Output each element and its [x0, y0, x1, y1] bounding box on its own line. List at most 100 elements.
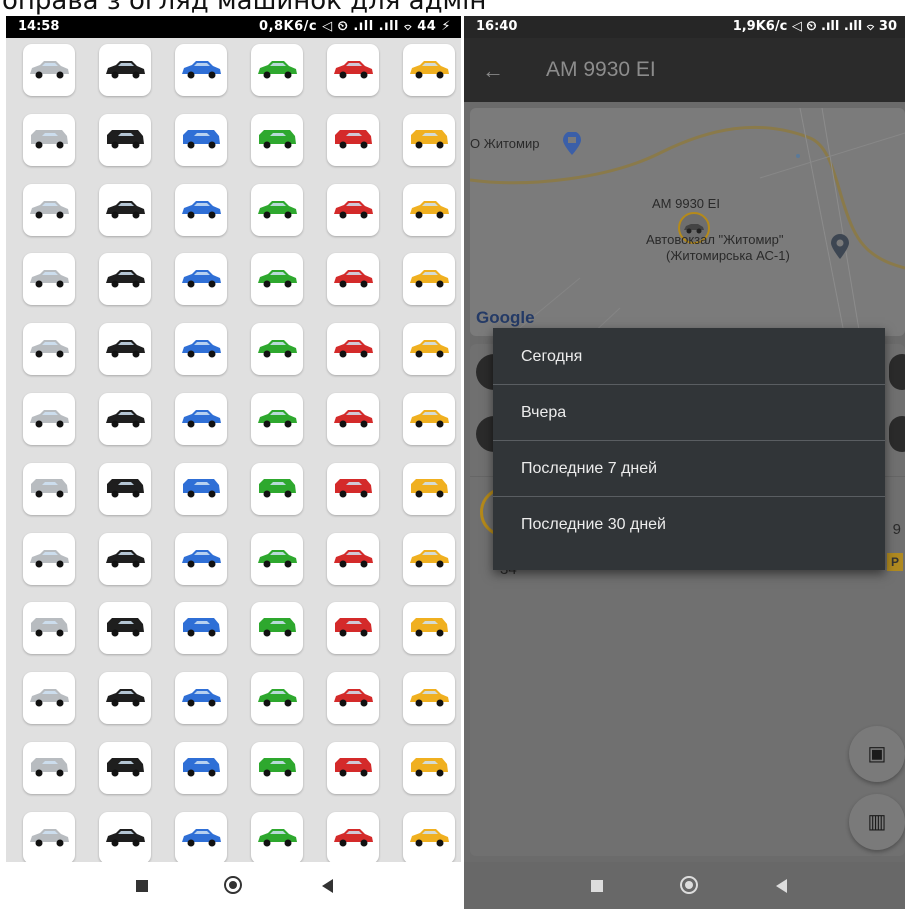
car-tile[interactable] [175, 602, 227, 654]
car-tile[interactable] [403, 533, 455, 585]
menu-item-yesterday[interactable]: Вчера [493, 384, 885, 441]
back-button[interactable] [776, 879, 787, 893]
car-tile[interactable] [327, 602, 379, 654]
car-tile[interactable] [403, 463, 455, 515]
car-tile[interactable] [251, 812, 303, 862]
car-icon [259, 618, 296, 637]
car-tile[interactable] [99, 393, 151, 445]
car-tile[interactable] [403, 44, 455, 96]
car-tile[interactable] [327, 44, 379, 96]
car-tile[interactable] [23, 44, 75, 96]
car-tile[interactable] [403, 393, 455, 445]
car-tile[interactable] [403, 602, 455, 654]
car-tile[interactable] [251, 393, 303, 445]
car-tile[interactable] [23, 323, 75, 375]
car-icon [30, 410, 69, 428]
car-tile[interactable] [175, 672, 227, 724]
car-tile[interactable] [23, 742, 75, 794]
car-tile[interactable] [99, 253, 151, 305]
car-tile[interactable] [175, 184, 227, 236]
car-tile[interactable] [175, 44, 227, 96]
car-tile[interactable] [99, 184, 151, 236]
car-tile[interactable] [23, 184, 75, 236]
car-tile[interactable] [403, 742, 455, 794]
car-tile[interactable] [175, 812, 227, 862]
back-button[interactable] [322, 879, 333, 893]
back-arrow-icon[interactable]: ← [482, 58, 504, 84]
car-tile[interactable] [251, 672, 303, 724]
car-tile[interactable] [175, 253, 227, 305]
car-tile[interactable] [23, 602, 75, 654]
car-tile[interactable] [175, 393, 227, 445]
car-tile[interactable] [251, 44, 303, 96]
car-tile[interactable] [327, 184, 379, 236]
recent-apps-button[interactable] [591, 880, 603, 892]
car-tile[interactable] [403, 672, 455, 724]
car-tile[interactable] [99, 533, 151, 585]
car-icon [107, 479, 144, 498]
car-tile[interactable] [251, 114, 303, 166]
car-tile[interactable] [251, 253, 303, 305]
car-tile[interactable] [175, 533, 227, 585]
car-tile[interactable] [175, 463, 227, 515]
car-tile[interactable] [175, 742, 227, 794]
menu-item-today[interactable]: Сегодня [493, 328, 885, 385]
car-icon [106, 201, 145, 219]
recent-apps-button[interactable] [136, 880, 148, 892]
map-label-station: Автовокзал "Житомир" [646, 232, 784, 247]
car-tile[interactable] [251, 533, 303, 585]
car-tile[interactable] [327, 323, 379, 375]
status-time: 16:40 [476, 19, 518, 34]
car-tile[interactable] [175, 323, 227, 375]
car-tile[interactable] [327, 533, 379, 585]
car-tile[interactable] [23, 533, 75, 585]
car-icon [106, 340, 145, 358]
car-tile[interactable] [403, 253, 455, 305]
car-tile[interactable] [23, 463, 75, 515]
car-tile[interactable] [175, 114, 227, 166]
home-button[interactable] [224, 876, 242, 894]
car-tile[interactable] [99, 463, 151, 515]
car-tile[interactable] [403, 812, 455, 862]
menu-item-last-30-days[interactable]: Последние 30 дней [493, 496, 885, 552]
caption-strip: оправа з огляд машинок для адмін [0, 0, 905, 16]
car-tile[interactable] [251, 742, 303, 794]
car-icon [411, 130, 448, 149]
car-tile[interactable] [251, 323, 303, 375]
image-button[interactable]: ▣ [849, 726, 905, 782]
car-tile[interactable] [23, 812, 75, 862]
car-tile[interactable] [327, 463, 379, 515]
filter-pill-right[interactable] [889, 354, 905, 390]
car-tile[interactable] [23, 253, 75, 305]
car-tile[interactable] [251, 463, 303, 515]
home-button[interactable] [680, 876, 698, 894]
car-tile[interactable] [327, 812, 379, 862]
car-tile[interactable] [99, 602, 151, 654]
car-tile[interactable] [403, 184, 455, 236]
car-tile[interactable] [403, 323, 455, 375]
car-tile[interactable] [327, 114, 379, 166]
car-tile[interactable] [23, 393, 75, 445]
car-tile[interactable] [23, 672, 75, 724]
map-view[interactable]: О Житомир AM 9930 EI Автовокзал "Житомир… [470, 108, 905, 336]
car-tile[interactable] [251, 602, 303, 654]
car-tile[interactable] [251, 184, 303, 236]
car-tile[interactable] [99, 812, 151, 862]
car-tile[interactable] [327, 672, 379, 724]
car-tile[interactable] [99, 323, 151, 375]
car-tile[interactable] [327, 393, 379, 445]
car-tile[interactable] [99, 672, 151, 724]
page-title: AM 9930 EI [546, 58, 656, 81]
map-button[interactable]: ▥ [849, 794, 905, 850]
car-tile[interactable] [99, 742, 151, 794]
car-tile[interactable] [99, 114, 151, 166]
car-tile[interactable] [23, 114, 75, 166]
car-tile[interactable] [327, 742, 379, 794]
car-tile[interactable] [99, 44, 151, 96]
car-icon [259, 130, 296, 149]
menu-item-last-7-days[interactable]: Последние 7 дней [493, 440, 885, 497]
car-icon [411, 618, 448, 637]
car-tile[interactable] [403, 114, 455, 166]
car-tile[interactable] [327, 253, 379, 305]
filter-pill-right-2[interactable] [889, 416, 905, 452]
